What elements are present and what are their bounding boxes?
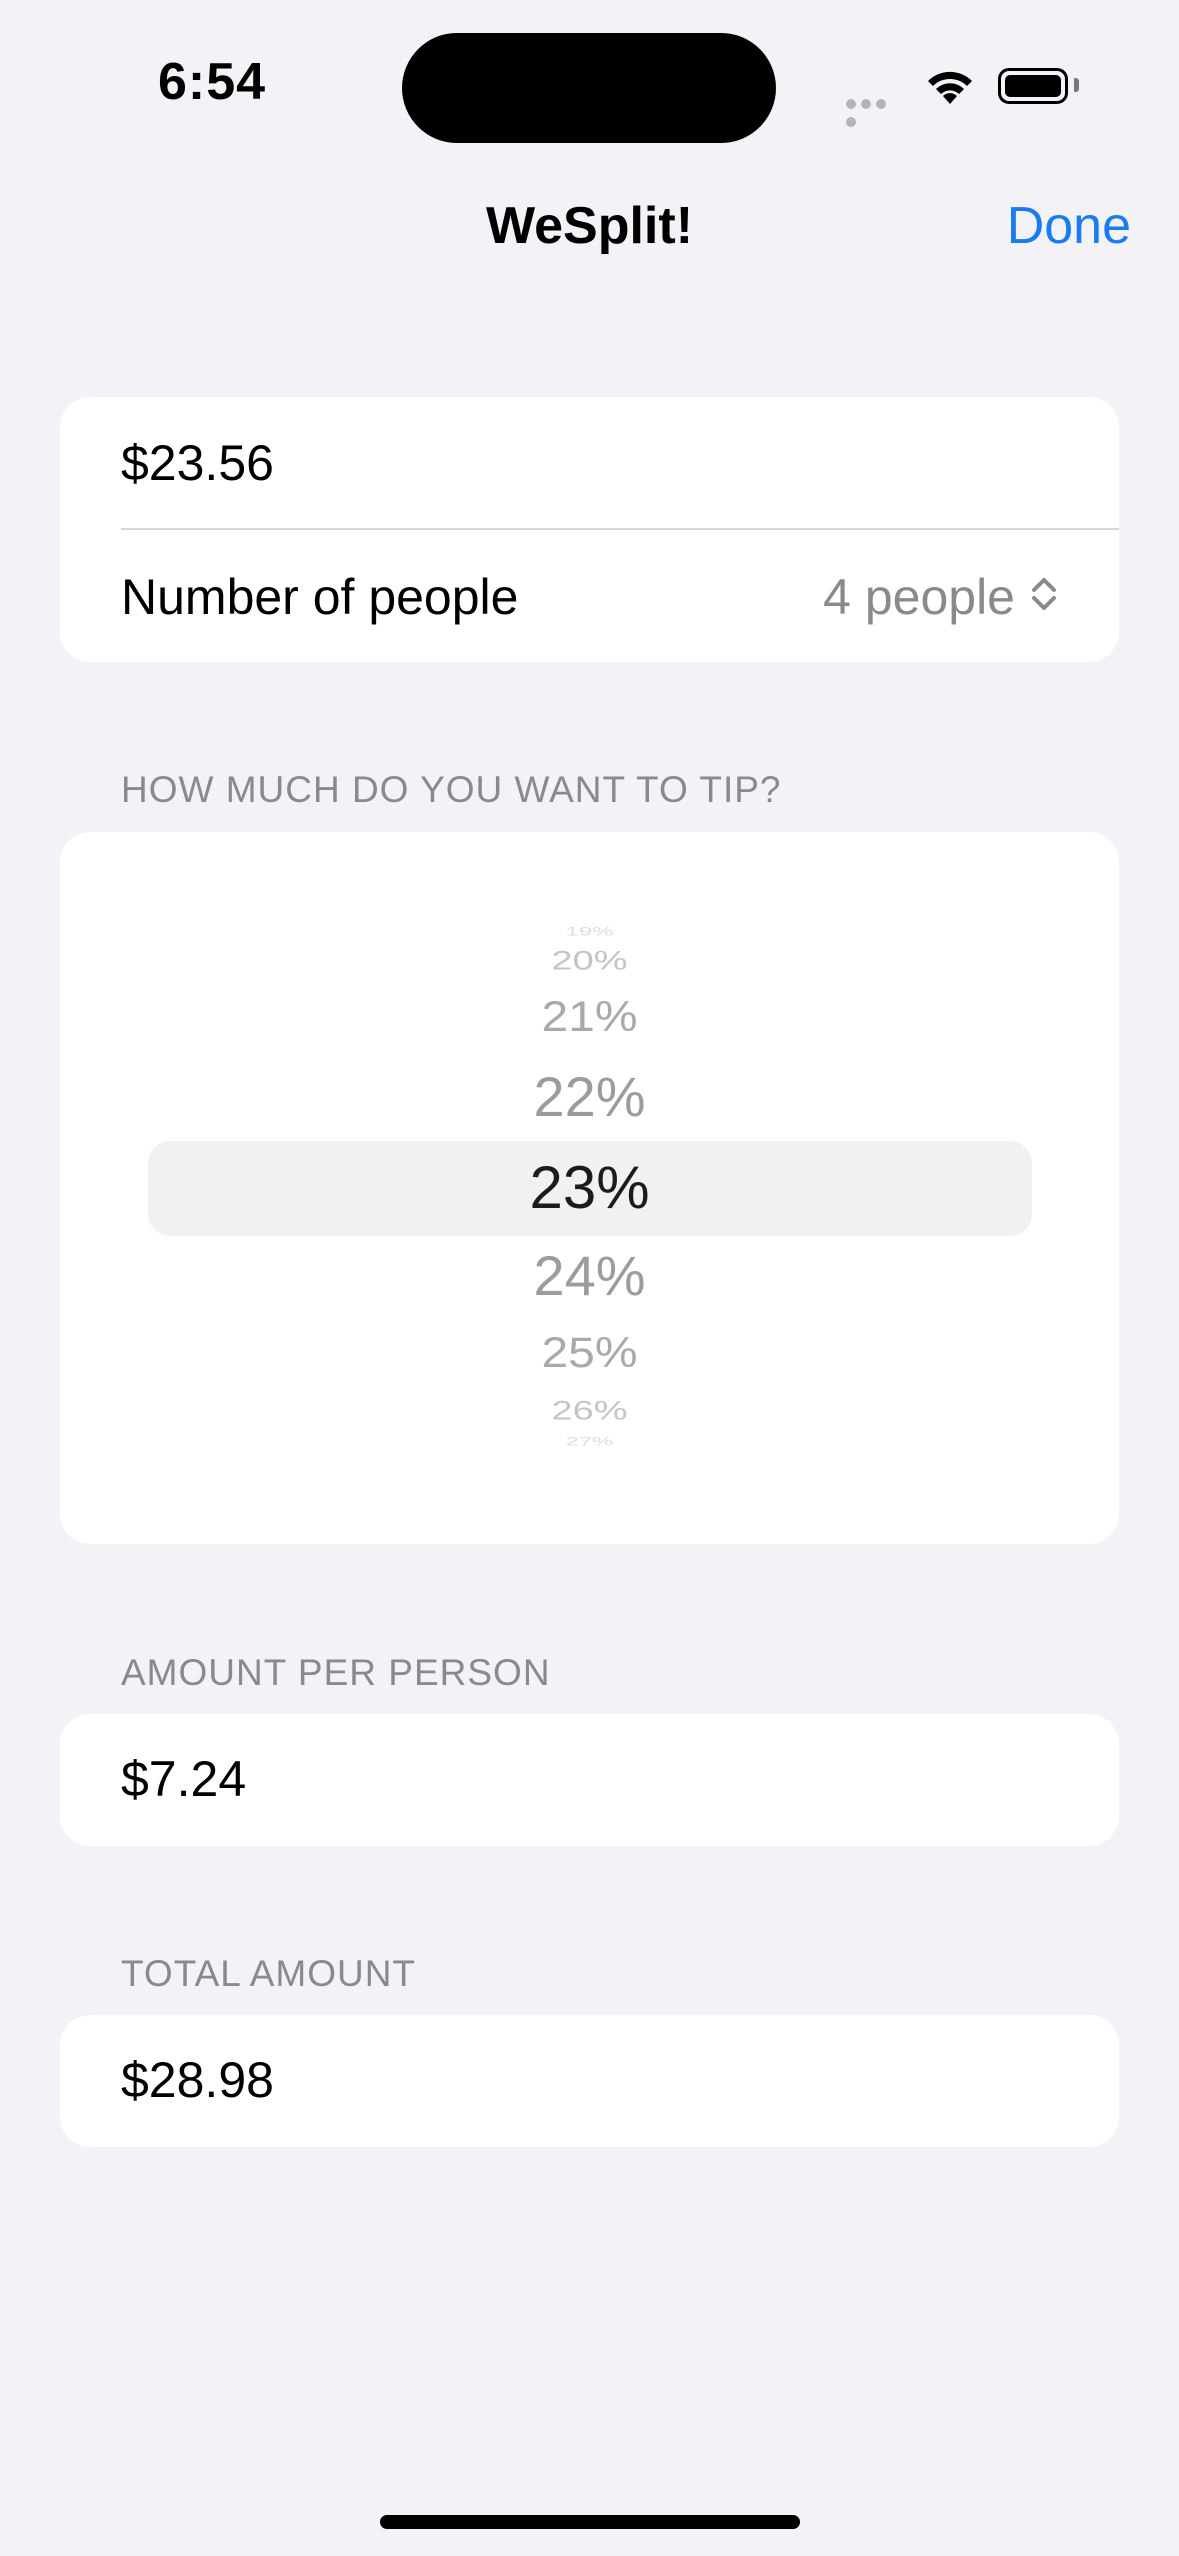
tip-option[interactable]: 22% bbox=[0, 1064, 1179, 1129]
per-person-value: $7.24 bbox=[121, 1751, 247, 1807]
people-picker[interactable]: 4 people bbox=[823, 568, 1059, 626]
cellular-signal-icon bbox=[846, 96, 904, 127]
tip-option[interactable]: 27% bbox=[0, 1435, 1179, 1449]
battery-cap bbox=[1074, 78, 1079, 92]
tip-option[interactable]: 21% bbox=[0, 993, 1179, 1041]
amount-field[interactable]: $23.56 bbox=[121, 434, 274, 492]
status-time: 6:54 bbox=[158, 53, 267, 111]
tip-option[interactable]: 20% bbox=[0, 946, 1179, 976]
tip-option[interactable]: 25% bbox=[0, 1329, 1179, 1377]
tip-option-selected[interactable]: 23% bbox=[0, 1153, 1179, 1222]
row-divider bbox=[121, 528, 1119, 530]
page-title: WeSplit! bbox=[485, 197, 694, 255]
tip-option[interactable]: 26% bbox=[0, 1396, 1179, 1426]
chevron-up-down-icon bbox=[1029, 568, 1059, 626]
per-person-header: AMOUNT PER PERSON bbox=[121, 1652, 551, 1693]
tip-option[interactable]: 24% bbox=[0, 1243, 1179, 1308]
home-indicator[interactable] bbox=[380, 2515, 800, 2529]
total-header: TOTAL AMOUNT bbox=[121, 1953, 417, 1994]
battery-icon bbox=[998, 68, 1068, 104]
people-value: 4 people bbox=[823, 569, 1015, 625]
done-button[interactable]: Done bbox=[1007, 196, 1131, 256]
dynamic-island bbox=[402, 33, 776, 143]
tip-section-header: HOW MUCH DO YOU WANT TO TIP? bbox=[121, 769, 782, 810]
wifi-icon bbox=[925, 66, 975, 111]
people-label: Number of people bbox=[121, 569, 519, 625]
tip-option[interactable]: 19% bbox=[0, 925, 1179, 939]
total-value: $28.98 bbox=[121, 2052, 274, 2108]
